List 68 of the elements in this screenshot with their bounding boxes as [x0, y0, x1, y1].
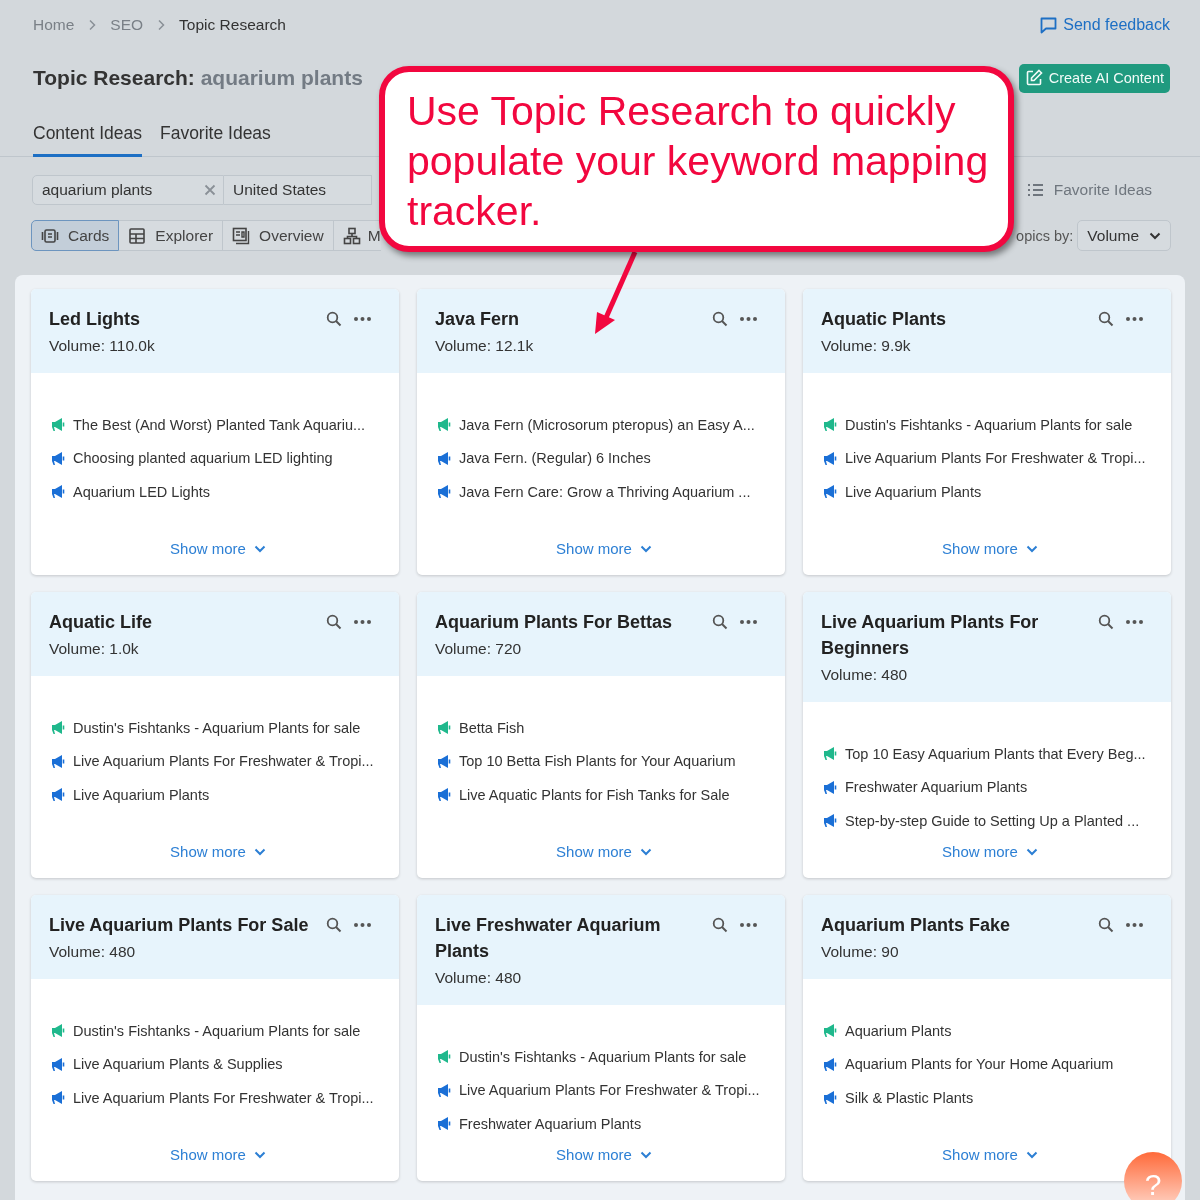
article-link[interactable]: Live Aquatic Plants for Fish Tanks for Sale — [459, 786, 730, 803]
article-link[interactable]: Betta Fish — [459, 719, 525, 736]
article-link[interactable]: Freshwater Aquarium Plants — [459, 1115, 642, 1132]
volume-text: Volume: 9.9k — [821, 336, 912, 356]
show-more-button[interactable]: Show more — [556, 1146, 652, 1163]
article-link[interactable]: Live Aquarium Plants For Freshwater & Tropi... — [845, 450, 1146, 467]
view-tab[interactable]: Explorer — [119, 220, 224, 251]
card-title: Aquatic Life — [49, 611, 153, 634]
show-more-button[interactable]: Show more — [942, 540, 1038, 557]
article-link[interactable]: Aquarium LED Lights — [73, 483, 210, 500]
card-title: Led Lights — [49, 308, 141, 331]
volume-text: Volume: 720 — [435, 639, 523, 659]
card-title: Aquatic Plants — [821, 308, 948, 331]
article-link[interactable]: Live Aquarium Plants For Freshwater & Tropi... — [459, 1082, 760, 1099]
card-title: Java Fern — [435, 308, 521, 331]
article-link[interactable]: Freshwater Aquarium Plants — [845, 779, 1028, 796]
show-more-button[interactable]: Show more — [942, 1146, 1038, 1163]
callout-text: Use Topic Research to quickly populate your keyword mapping tracker. — [379, 66, 1014, 252]
article-link[interactable]: Top 10 Easy Aquarium Plants that Every Beg... — [845, 745, 1146, 762]
article-link[interactable]: Step-by-step Guide to Setting Up a Planted ... — [845, 812, 1140, 829]
tab[interactable]: Content Ideas — [33, 123, 142, 157]
card-title: Aquarium Plants Fake — [821, 914, 1012, 937]
breadcrumb-link[interactable]: Topic Research — [179, 16, 286, 34]
article-link[interactable]: Top 10 Betta Fish Plants for Your Aquarium — [459, 753, 736, 770]
article-link[interactable]: Java Fern. (Regular) 6 Inches — [459, 450, 651, 467]
volume-text: Volume: 12.1k — [435, 336, 535, 356]
sort-label: opics by: — [1016, 227, 1074, 244]
show-more-button[interactable]: Show more — [170, 540, 266, 557]
article-link[interactable]: Dustin's Fishtanks - Aquarium Plants for sale — [73, 719, 361, 736]
search-field[interactable]: aquarium plants — [32, 175, 224, 205]
card-title: Aquarium Plants For Bettas — [435, 611, 674, 634]
article-link[interactable]: Dustin's Fishtanks - Aquarium Plants for sale — [73, 1022, 361, 1039]
volume-text: Volume: 1.0k — [49, 639, 140, 659]
show-more-button[interactable]: Show more — [170, 1146, 266, 1163]
article-link[interactable]: Live Aquarium Plants For Freshwater & Tropi... — [73, 1089, 374, 1106]
article-link[interactable]: Live Aquarium Plants & Supplies — [73, 1056, 283, 1073]
country-select[interactable]: United States — [224, 175, 372, 205]
view-tab[interactable]: M — [333, 220, 381, 251]
article-link[interactable]: Java Fern Care: Grow a Thriving Aquarium ... — [459, 483, 751, 500]
show-more-button[interactable]: Show more — [556, 843, 652, 860]
volume-text: Volume: 480 — [49, 942, 137, 962]
article-link[interactable]: Live Aquarium Plants — [73, 786, 210, 803]
article-link[interactable]: Live Aquarium Plants — [845, 483, 982, 500]
card-title: Live Aquarium Plants For Beginners — [821, 611, 1040, 660]
article-link[interactable]: Live Aquarium Plants For Freshwater & Tropi... — [73, 753, 374, 770]
article-link[interactable]: Java Fern (Microsorum pteropus) an Easy A... — [459, 416, 755, 433]
article-link[interactable]: The Best (And Worst) Planted Tank Aquariu... — [73, 416, 366, 433]
view-tab[interactable]: Overview — [223, 220, 334, 251]
volume-text: Volume: 110.0k — [49, 336, 156, 356]
article-link[interactable]: Aquarium Plants for Your Home Aquarium — [845, 1056, 1114, 1073]
volume-text: Volume: 90 — [821, 942, 900, 962]
view-tab[interactable]: Cards — [31, 220, 120, 251]
show-more-button[interactable]: Show more — [556, 540, 652, 557]
volume-text: Volume: 480 — [821, 665, 909, 685]
volume-text: Volume: 480 — [435, 968, 523, 988]
card-title: Live Freshwater Aquarium Plants — [435, 914, 662, 963]
show-more-button[interactable]: Show more — [942, 843, 1038, 860]
tab[interactable]: Favorite Ideas — [159, 123, 271, 157]
show-more-button[interactable]: Show more — [170, 843, 266, 860]
article-link[interactable]: Dustin's Fishtanks - Aquarium Plants for sale — [459, 1048, 747, 1065]
article-link[interactable]: Aquarium Plants — [845, 1022, 952, 1039]
card-title: Live Aquarium Plants For Sale — [49, 914, 310, 937]
article-link[interactable]: Dustin's Fishtanks - Aquarium Plants for sale — [845, 416, 1133, 433]
article-link[interactable]: Choosing planted aquarium LED lighting — [73, 450, 333, 467]
sort-select[interactable]: Volume — [1077, 220, 1171, 251]
send-feedback-link[interactable]: Send feedback — [1040, 16, 1170, 34]
page-title: Topic Research: aquarium plants — [33, 66, 363, 90]
article-link[interactable]: Silk & Plastic Plants — [845, 1089, 974, 1106]
